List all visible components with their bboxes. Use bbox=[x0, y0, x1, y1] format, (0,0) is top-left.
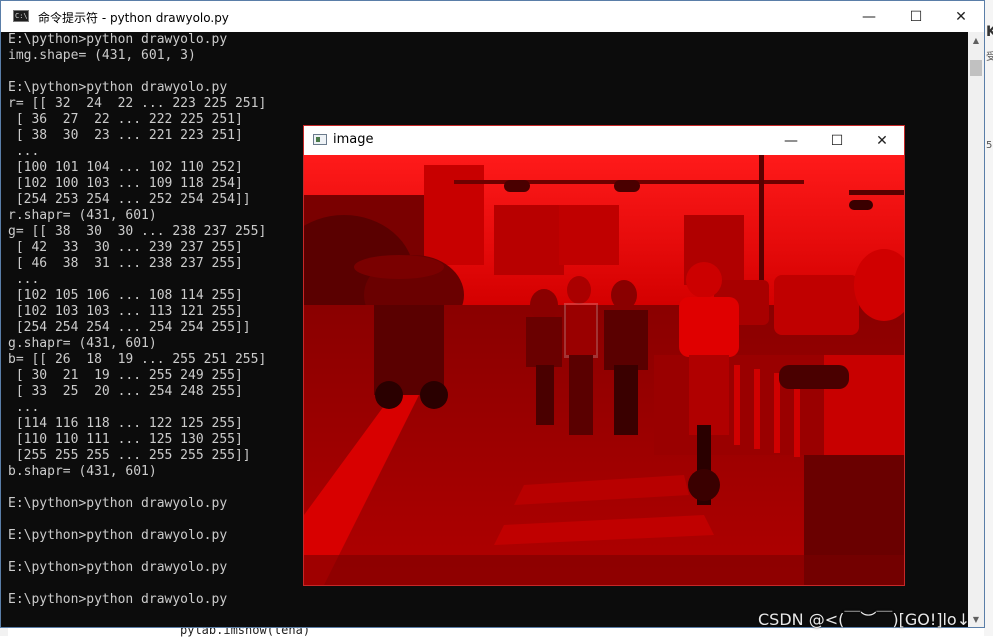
background-right-text: 受 bbox=[986, 52, 993, 63]
image-window-title: image bbox=[333, 132, 374, 147]
image-maximize-button[interactable]: ☐ bbox=[814, 126, 860, 155]
console-line: r= [[ 32 24 22 ... 223 225 251] bbox=[8, 96, 267, 111]
console-line: E:\python>python drawyolo.py bbox=[8, 32, 228, 47]
image-minimize-button[interactable]: — bbox=[768, 126, 814, 155]
cmd-icon: C:\ bbox=[13, 10, 29, 22]
console-titlebar[interactable]: C:\ 命令提示符 - python drawyolo.py — ☐ ✕ bbox=[1, 1, 984, 32]
console-line: E:\python>python drawyolo.py bbox=[8, 80, 228, 95]
background-right-text: 5c bbox=[986, 140, 993, 151]
background-right-text: K bbox=[986, 24, 993, 40]
street-scene-graphic bbox=[304, 155, 904, 585]
scroll-down-arrow-icon[interactable]: ▼ bbox=[968, 611, 984, 627]
console-close-button[interactable]: ✕ bbox=[938, 1, 984, 32]
console-line: img.shape= (431, 601, 3) bbox=[8, 48, 196, 63]
image-close-button[interactable]: ✕ bbox=[860, 126, 904, 155]
red-channel-street-photo bbox=[304, 155, 904, 585]
image-titlebar[interactable]: image — ☐ ✕ bbox=[304, 126, 904, 155]
console-scrollbar[interactable]: ▲ ▼ bbox=[968, 32, 984, 627]
console-window-title: 命令提示符 - python drawyolo.py bbox=[38, 11, 229, 25]
image-app-icon bbox=[313, 134, 327, 145]
scroll-thumb[interactable] bbox=[970, 60, 982, 76]
image-window: image — ☐ ✕ bbox=[303, 125, 905, 586]
csdn-watermark: CSDN @<(￣︶￣)[GO!]lo↓ bbox=[758, 610, 971, 629]
console-minimize-button[interactable]: — bbox=[846, 1, 892, 32]
scroll-up-arrow-icon[interactable]: ▲ bbox=[968, 32, 984, 48]
background-right-strip bbox=[984, 0, 993, 636]
console-maximize-button[interactable]: ☐ bbox=[893, 1, 939, 32]
